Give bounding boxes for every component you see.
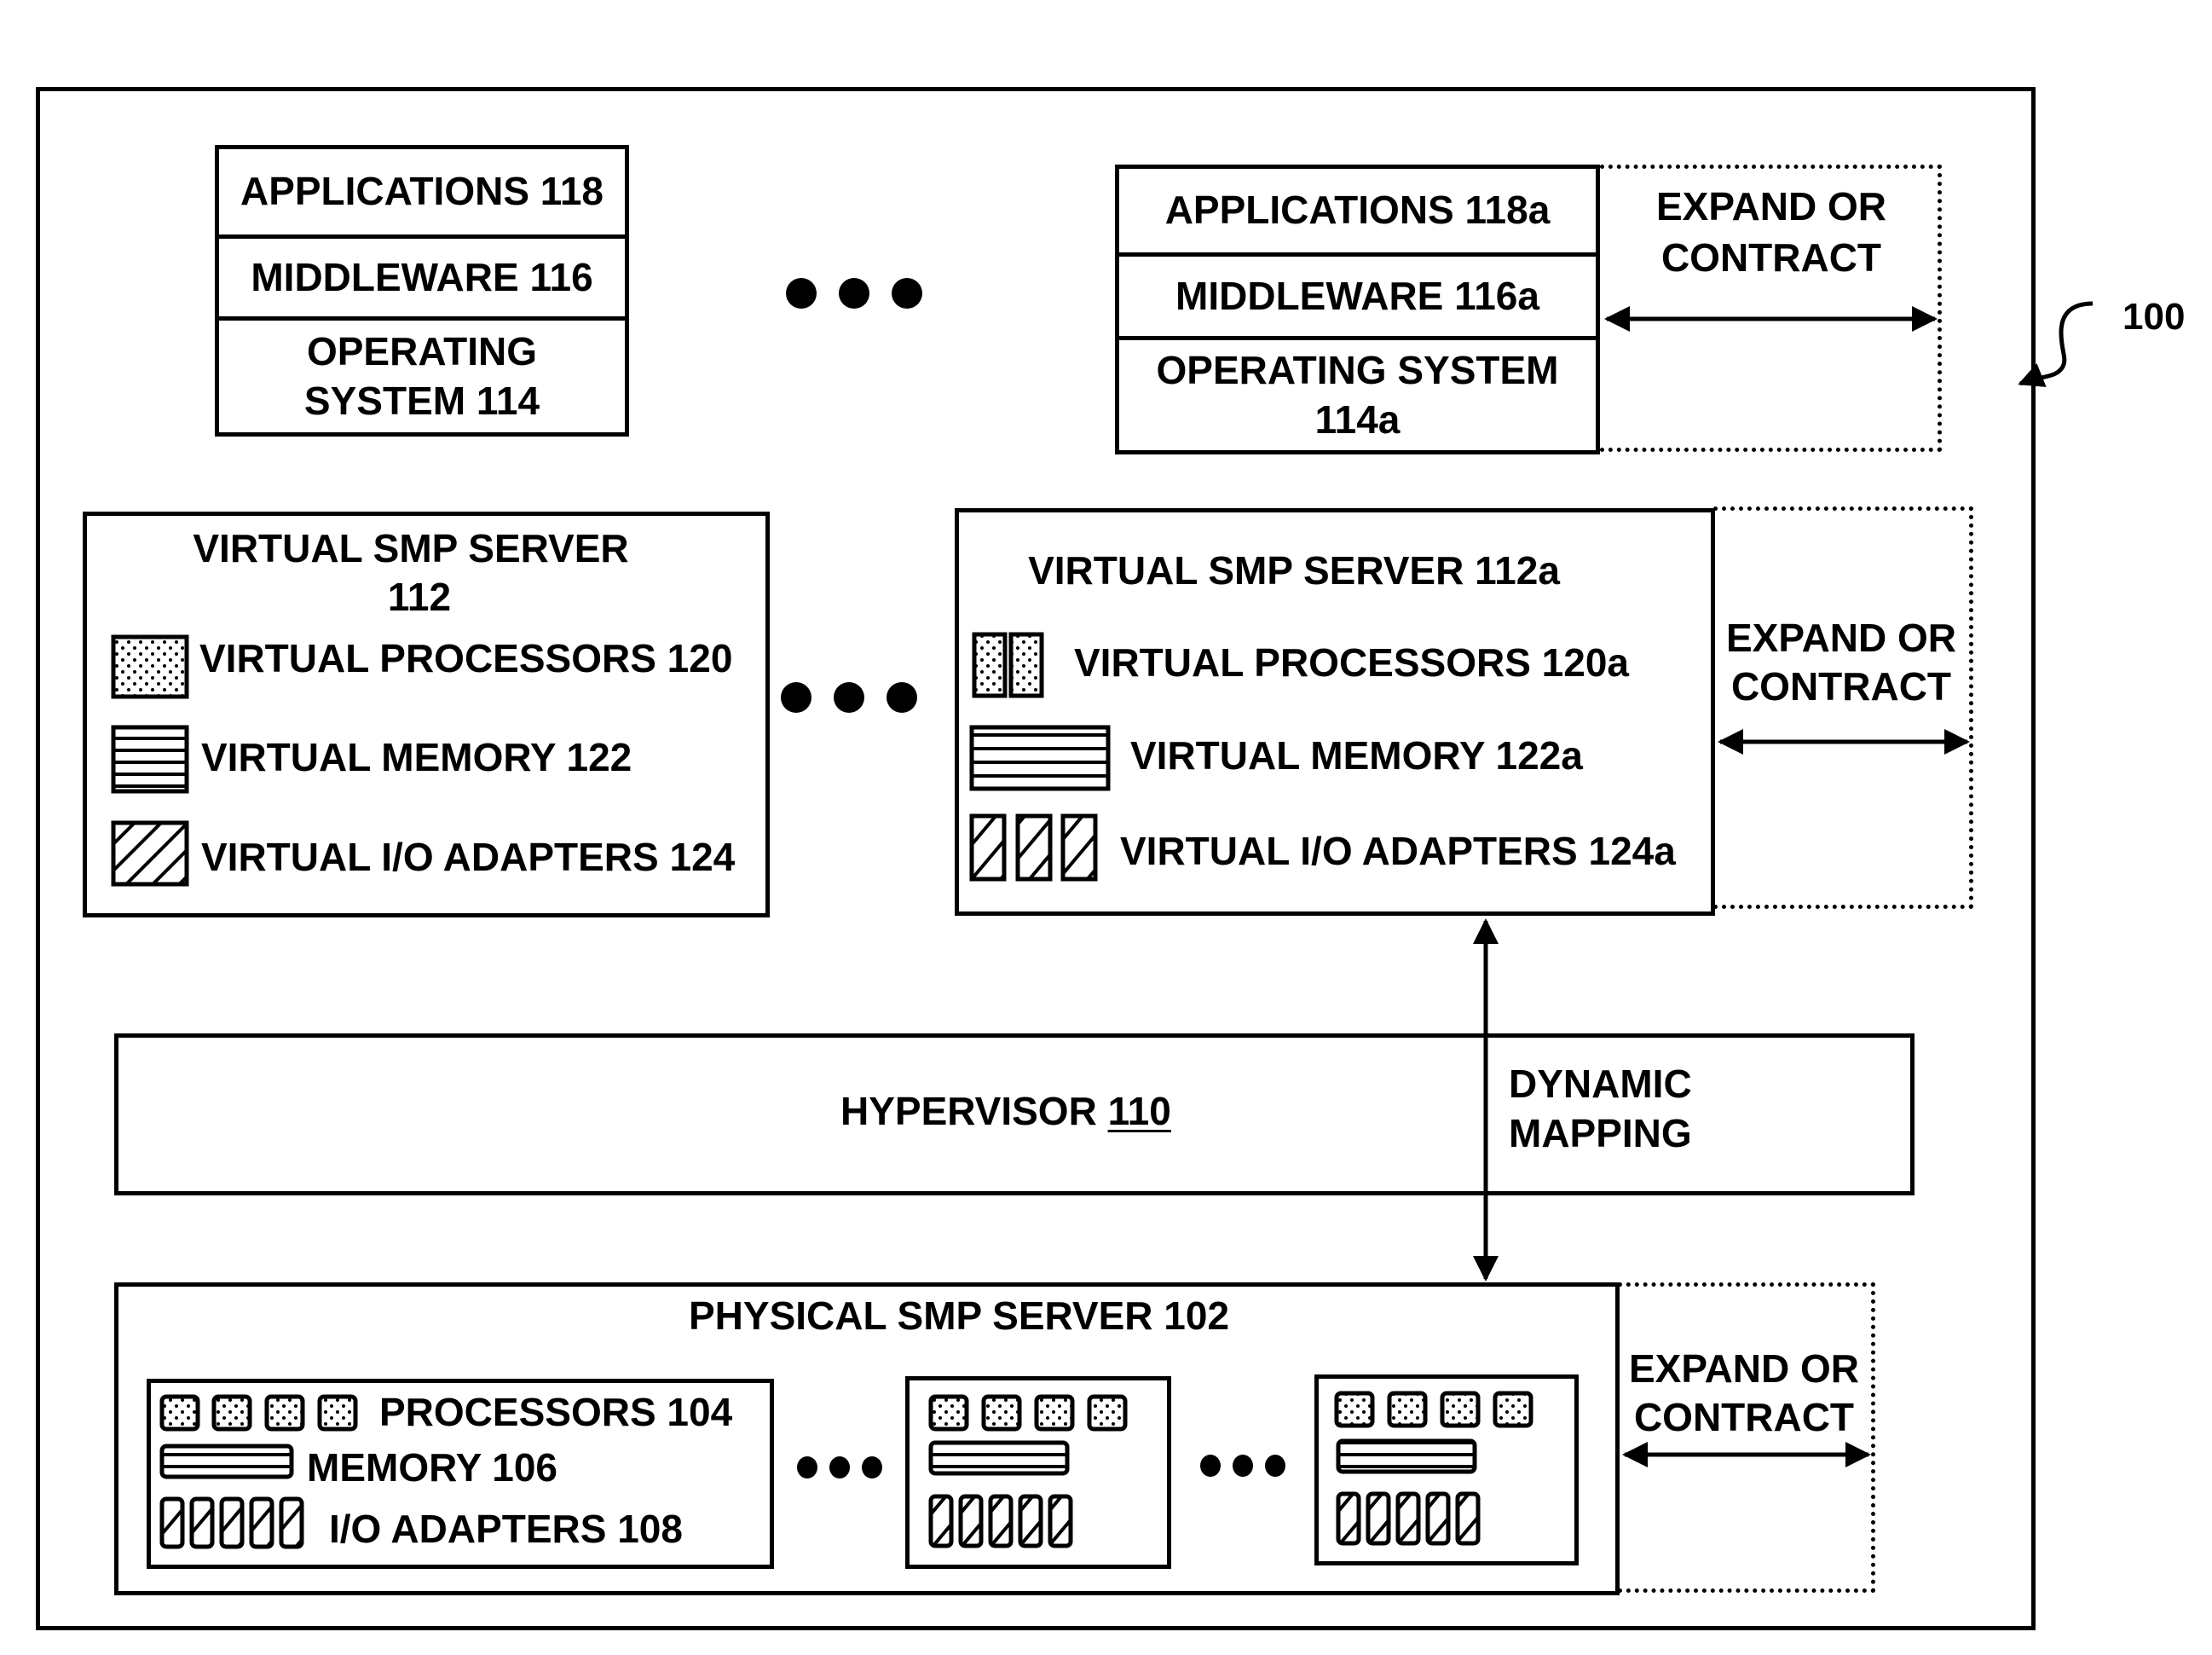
expand-label-stack-line1: EXPAND OR xyxy=(1655,184,1887,229)
hypervisor-label: HYPERVISOR 110 xyxy=(840,1091,1171,1131)
virtual-memory-label: VIRTUAL MEMORY 122 xyxy=(201,735,632,779)
ellipsis-physical-nodes-2 xyxy=(1200,1455,1285,1477)
applications-label: APPLICATIONS 118a xyxy=(1164,188,1551,233)
ellipsis-dot xyxy=(786,278,817,309)
ellipsis-dot xyxy=(781,682,811,713)
ellipsis-dot xyxy=(892,278,922,309)
ellipsis-dot xyxy=(829,1456,850,1479)
operating-system-layer: OPERATING SYSTEM 114 xyxy=(219,316,625,432)
ellipsis-dot xyxy=(1200,1455,1221,1477)
dynamic-mapping-label-line2: MAPPING xyxy=(1509,1111,1692,1155)
applications-layer: APPLICATIONS 118a xyxy=(1119,169,1596,252)
expand-label-virtual-line2: CONTRACT xyxy=(1730,664,1952,709)
operating-system-layer: OPERATING SYSTEM 114a xyxy=(1119,336,1596,450)
ellipsis-dot xyxy=(797,1456,817,1479)
virtual-server-title-line2: 112 xyxy=(387,575,452,619)
hypervisor-ref: 110 xyxy=(1107,1089,1171,1133)
virtual-processors-label: VIRTUAL PROCESSORS 120a xyxy=(1074,640,1630,685)
ellipsis-stacks xyxy=(786,278,922,309)
expand-label-stack-line2: CONTRACT xyxy=(1660,235,1882,280)
middleware-label: MIDDLEWARE 116 xyxy=(251,254,593,299)
ellipsis-physical-nodes-1 xyxy=(797,1456,882,1479)
software-stack-118a: APPLICATIONS 118a MIDDLEWARE 116a OPERAT… xyxy=(1115,165,1600,454)
os-label-line2: SYSTEM 114 xyxy=(303,378,540,423)
ellipsis-dot xyxy=(862,1456,882,1479)
expand-label-virtual-line1: EXPAND OR xyxy=(1725,616,1957,660)
virtual-io-adapters-label: VIRTUAL I/O ADAPTERS 124a xyxy=(1120,829,1676,873)
memory-label: MEMORY 106 xyxy=(307,1445,557,1490)
middleware-layer: MIDDLEWARE 116a xyxy=(1119,252,1596,336)
os-label-line1: OPERATING xyxy=(306,329,538,373)
ellipsis-dot xyxy=(1265,1455,1285,1477)
virtual-server-title: VIRTUAL SMP SERVER 112a xyxy=(1028,548,1560,593)
ellipsis-dot xyxy=(1233,1455,1253,1477)
virtual-server-title-line1: VIRTUAL SMP SERVER xyxy=(193,526,629,570)
os-label-line2: 114a xyxy=(1314,396,1401,442)
ellipsis-dot xyxy=(834,682,864,713)
applications-layer: APPLICATIONS 118 xyxy=(219,149,625,234)
expand-label-physical-line1: EXPAND OR xyxy=(1628,1346,1860,1391)
applications-label: APPLICATIONS 118 xyxy=(240,169,604,214)
ellipsis-dot xyxy=(839,278,869,309)
hypervisor-label-text: HYPERVISOR xyxy=(840,1089,1108,1133)
middleware-layer: MIDDLEWARE 116 xyxy=(219,234,625,316)
middleware-label: MIDDLEWARE 116a xyxy=(1175,273,1539,318)
software-stack-118: APPLICATIONS 118 MIDDLEWARE 116 OPERATIN… xyxy=(215,145,629,437)
virtual-io-adapters-label: VIRTUAL I/O ADAPTERS 124 xyxy=(201,835,736,879)
expand-label-physical-line2: CONTRACT xyxy=(1633,1395,1855,1439)
dynamic-mapping-label-line1: DYNAMIC xyxy=(1509,1062,1692,1106)
io-adapters-label: I/O ADAPTERS 108 xyxy=(329,1507,683,1551)
virtual-processors-label: VIRTUAL PROCESSORS 120 xyxy=(199,636,733,680)
os-label-line1: OPERATING SYSTEM xyxy=(1156,348,1559,392)
ellipsis-virtual-servers xyxy=(781,682,917,713)
figure-ref-label: 100 xyxy=(2122,296,2186,338)
physical-server-title: PHYSICAL SMP SERVER 102 xyxy=(689,1293,1230,1338)
processors-label: PROCESSORS 104 xyxy=(379,1390,733,1434)
virtual-memory-label: VIRTUAL MEMORY 122a xyxy=(1130,733,1583,778)
physical-node-3 xyxy=(1314,1374,1579,1565)
physical-node-2 xyxy=(905,1376,1171,1569)
ellipsis-dot xyxy=(887,682,917,713)
